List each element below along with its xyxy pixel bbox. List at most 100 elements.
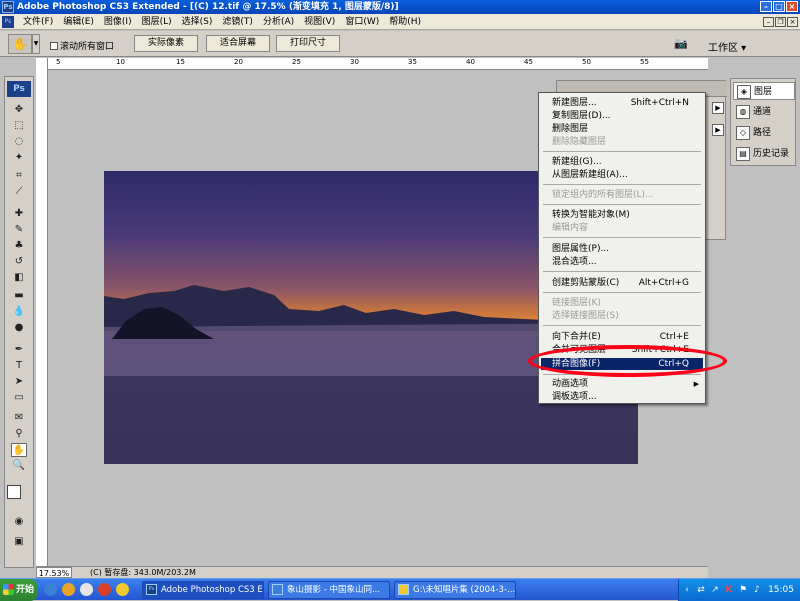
magic-wand-tool-icon[interactable]: ✦ (11, 151, 27, 165)
doc-minimize-icon[interactable]: – (763, 17, 774, 27)
start-button[interactable]: 开始 (0, 579, 38, 601)
doc-restore-icon[interactable]: ❐ (775, 17, 786, 27)
vertical-ruler[interactable] (36, 58, 48, 566)
bridge-icon[interactable]: 📷 (674, 37, 688, 50)
clone-stamp-icon[interactable]: ♣ (11, 239, 27, 253)
quicklaunch-firefox-icon[interactable] (98, 583, 111, 596)
menu-item-merge-down[interactable]: 向下合并(E) Ctrl+E (541, 331, 703, 343)
quicklaunch-media-icon[interactable] (80, 583, 93, 596)
menu-help[interactable]: 帮助(H) (384, 16, 426, 28)
close-icon[interactable]: × (786, 1, 798, 12)
menu-item-delete-layer[interactable]: 删除图层 (541, 123, 703, 135)
notes-tool-icon[interactable]: ✉ (11, 411, 27, 425)
dodge-tool-icon[interactable]: ● (11, 321, 27, 335)
eraser-tool-icon[interactable]: ◧ (11, 271, 27, 285)
screen-mode-icon[interactable]: ▣ (11, 535, 27, 549)
zoom-level-field[interactable]: 17.53% (36, 567, 72, 578)
shape-tool-icon[interactable]: ▭ (11, 391, 27, 405)
ruler-label: 55 (640, 58, 649, 66)
minimize-icon[interactable]: – (760, 1, 772, 12)
type-tool-icon[interactable]: T (11, 359, 27, 373)
hand-tool-preset-icon[interactable]: ✋ (8, 34, 32, 54)
dock-channels[interactable]: ◍ 通道 (733, 103, 795, 121)
foreground-color-swatch[interactable] (7, 485, 21, 499)
dock-layers[interactable]: ◈ 图层 (733, 82, 795, 100)
zoom-tool-icon[interactable]: 🔍 (11, 459, 27, 473)
move-tool-icon[interactable]: ✥ (11, 103, 27, 117)
menu-filter[interactable]: 滤镜(T) (217, 16, 258, 28)
menu-item-animation-options[interactable]: 动画选项 ▶ (541, 378, 703, 390)
menu-item-blending-options[interactable]: 混合选项... (541, 256, 703, 268)
menu-item-layer-properties[interactable]: 图层属性(P)... (541, 243, 703, 255)
menu-item-new-group[interactable]: 新建组(G)... (541, 156, 703, 168)
menu-item-create-clipping-mask[interactable]: 创建剪贴蒙版(C) Alt+Ctrl+G (541, 277, 703, 289)
menu-item-link-layers: 链接图层(K) (552, 298, 601, 308)
horizontal-ruler[interactable]: 5 10 15 20 25 30 35 40 45 50 55 (36, 58, 708, 70)
tray-arrow-icon[interactable]: ↗ (709, 584, 721, 596)
marquee-tool-icon[interactable]: ⬚ (11, 119, 27, 133)
quick-mask-icon[interactable]: ◉ (11, 515, 27, 529)
dock-history[interactable]: ▤ 历史记录 (733, 145, 795, 163)
checkbox-box[interactable] (50, 42, 58, 50)
fit-screen-button[interactable]: 适合屏幕 (206, 35, 270, 52)
menu-separator (543, 271, 701, 272)
menu-window[interactable]: 窗口(W) (340, 16, 384, 28)
healing-brush-icon[interactable]: ✚ (11, 207, 27, 221)
menu-view[interactable]: 视图(V) (299, 16, 340, 28)
blur-tool-icon[interactable]: 💧 (11, 305, 27, 319)
quicklaunch-folder-icon[interactable] (116, 583, 129, 596)
tray-expand-icon[interactable]: ‹ (681, 584, 693, 596)
crop-tool-icon[interactable]: ⌗ (11, 169, 27, 183)
print-size-button[interactable]: 打印尺寸 (276, 35, 340, 52)
task-folder[interactable]: G:\未知唱片集 (2004-3-... (394, 581, 516, 599)
history-brush-icon[interactable]: ↺ (11, 255, 27, 269)
menu-select[interactable]: 选择(S) (177, 16, 218, 28)
panel-arrow-icon[interactable]: ▶ (712, 102, 724, 114)
menu-item-group-from-layers[interactable]: 从图层新建组(A)... (541, 169, 703, 181)
slice-tool-icon[interactable]: ⟋ (11, 185, 27, 199)
menu-item-palette-options[interactable]: 调板选项... (541, 391, 703, 403)
dock-paths-label: 路径 (753, 128, 772, 138)
task-photoshop[interactable]: Ps Adobe Photoshop CS3 E... (142, 581, 264, 599)
brush-tool-icon[interactable]: ✎ (11, 223, 27, 237)
window-title: Adobe Photoshop CS3 Extended - [(C) 12.t… (17, 2, 399, 12)
menu-analysis[interactable]: 分析(A) (258, 16, 299, 28)
eyedropper-tool-icon[interactable]: ⚲ (11, 427, 27, 441)
channels-icon: ◍ (736, 105, 750, 119)
ps-menu-icon[interactable]: Ps (2, 16, 14, 28)
menu-image[interactable]: 图像(I) (99, 16, 137, 28)
actual-pixels-button[interactable]: 实际像素 (134, 35, 198, 52)
tray-volume-icon[interactable]: ♪ (751, 584, 763, 596)
menu-item-new-layer[interactable]: 新建图层... Shift+Ctrl+N (541, 97, 703, 109)
tray-security-icon[interactable]: ⚑ (737, 584, 749, 596)
maximize-icon[interactable]: □ (773, 1, 785, 12)
doc-close-icon[interactable]: × (787, 17, 798, 27)
tray-antivirus-icon[interactable]: K (723, 584, 735, 596)
hand-tool-icon[interactable]: ✋ (11, 443, 27, 457)
menu-item-convert-smart-object[interactable]: 转换为智能对象(M) (541, 209, 703, 221)
path-selection-icon[interactable]: ➤ (11, 375, 27, 389)
pen-tool-icon[interactable]: ✒ (11, 343, 27, 357)
window-titlebar[interactable]: Ps Adobe Photoshop CS3 Extended - [(C) 1… (0, 0, 800, 14)
scroll-all-windows-checkbox[interactable]: 滚动所有窗口 (50, 39, 114, 52)
ruler-label: 30 (350, 58, 359, 66)
panel-arrow-icon[interactable]: ▶ (712, 124, 724, 136)
menu-item-duplicate-layer[interactable]: 复制图层(D)... (541, 110, 703, 122)
panel-dock: ◈ 图层 ◍ 通道 ◇ 路径 ▤ 历史记录 (730, 78, 796, 166)
workspace-menu[interactable]: 工作区 ▾ (708, 39, 746, 54)
menu-layer[interactable]: 图层(L) (137, 16, 177, 28)
tray-network-icon[interactable]: ⇄ (695, 584, 707, 596)
lasso-tool-icon[interactable]: ◌ (11, 135, 27, 149)
dock-paths[interactable]: ◇ 路径 (733, 124, 795, 142)
menu-edit[interactable]: 编辑(E) (58, 16, 99, 28)
annotation-circle (528, 345, 727, 377)
quicklaunch-browser-icon[interactable] (62, 583, 75, 596)
document-window-controls: – ❐ × (763, 17, 798, 27)
task-browser[interactable]: 象山摄影 - 中国象山同... (268, 581, 390, 599)
tool-preset-dropdown[interactable]: ▼ (32, 34, 40, 54)
gradient-tool-icon[interactable]: ▬ (11, 289, 27, 303)
menu-separator (543, 325, 701, 326)
quicklaunch-ie-icon[interactable] (44, 583, 57, 596)
menu-file[interactable]: 文件(F) (18, 16, 58, 28)
scratch-disk-info[interactable]: (C) 暂存盘: 343.0M/203.2M (90, 567, 196, 578)
